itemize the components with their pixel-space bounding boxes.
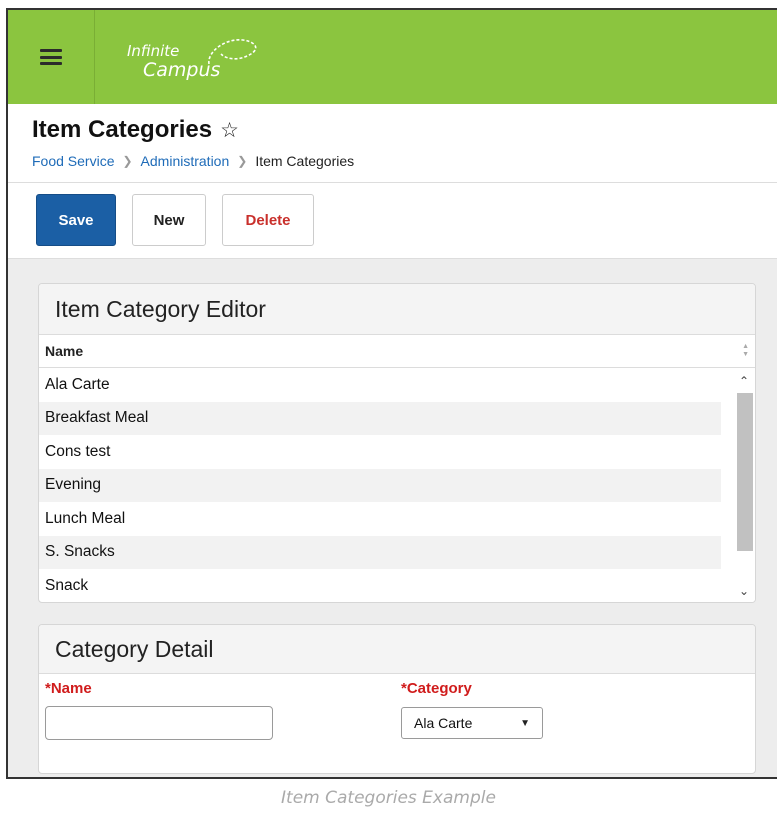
- breadcrumb-link-administration[interactable]: Administration: [141, 153, 230, 169]
- delete-button[interactable]: Delete: [222, 194, 314, 246]
- list-item[interactable]: Evening: [39, 468, 721, 502]
- category-select-value: Ala Carte: [414, 715, 473, 731]
- star-icon[interactable]: ☆: [220, 120, 239, 141]
- logo: Infinite Campus: [95, 10, 257, 104]
- list-item[interactable]: Ala Carte: [39, 368, 721, 402]
- list-item[interactable]: Snack: [39, 569, 721, 602]
- vertical-scrollbar[interactable]: ⌃ ⌄: [733, 368, 755, 602]
- page-header: Item Categories ☆ Food Service ❯ Adminis…: [8, 104, 777, 183]
- list-item[interactable]: Cons test: [39, 435, 721, 469]
- hamburger-icon: [40, 49, 62, 65]
- scrollbar-thumb[interactable]: [737, 393, 753, 551]
- detail-form: *Name *Category Ala Carte ▼: [39, 674, 755, 770]
- chevron-down-icon: ▼: [520, 717, 530, 729]
- chevron-right-icon: ❯: [122, 154, 133, 168]
- chevron-right-icon: ❯: [237, 154, 248, 168]
- figure-caption: Item Categories Example: [281, 788, 496, 808]
- scroll-up-icon[interactable]: ⌃: [733, 370, 755, 392]
- logo-text-line1: Infinite: [127, 42, 180, 60]
- category-detail-panel: Category Detail *Name *Category Ala Cart…: [38, 624, 756, 774]
- name-input[interactable]: [45, 706, 273, 740]
- editor-panel-title: Item Category Editor: [39, 284, 755, 335]
- list-item[interactable]: Lunch Meal: [39, 502, 721, 536]
- list-item[interactable]: Breakfast Meal: [39, 401, 721, 435]
- action-toolbar: Save New Delete: [8, 183, 777, 259]
- name-label: *Name: [45, 680, 92, 697]
- category-label: *Category: [401, 680, 472, 697]
- app-window: Infinite Campus Item Categories ☆ Food S…: [6, 8, 777, 779]
- category-select[interactable]: Ala Carte ▼: [401, 707, 543, 739]
- detail-panel-title: Category Detail: [39, 625, 755, 674]
- menu-button[interactable]: [8, 10, 95, 104]
- column-header-name[interactable]: Name: [45, 343, 83, 359]
- grid-header: Name ▲ ▼: [39, 335, 755, 368]
- breadcrumb-link-food-service[interactable]: Food Service: [32, 153, 114, 169]
- breadcrumb: Food Service ❯ Administration ❯ Item Cat…: [32, 153, 777, 169]
- top-bar: Infinite Campus: [8, 10, 777, 104]
- sort-icon[interactable]: ▲ ▼: [742, 343, 749, 359]
- item-category-editor-panel: Item Category Editor Name ▲ ▼ Ala Carte B…: [38, 283, 756, 603]
- page-title: Item Categories: [32, 116, 213, 143]
- logo-swoosh-icon: [208, 39, 257, 65]
- scroll-down-icon[interactable]: ⌄: [733, 580, 755, 602]
- category-grid: Ala Carte Breakfast Meal Cons test Eveni…: [39, 368, 755, 602]
- save-button[interactable]: Save: [36, 194, 116, 246]
- new-button[interactable]: New: [132, 194, 206, 246]
- list-item[interactable]: S. Snacks: [39, 535, 721, 569]
- breadcrumb-current: Item Categories: [255, 153, 355, 169]
